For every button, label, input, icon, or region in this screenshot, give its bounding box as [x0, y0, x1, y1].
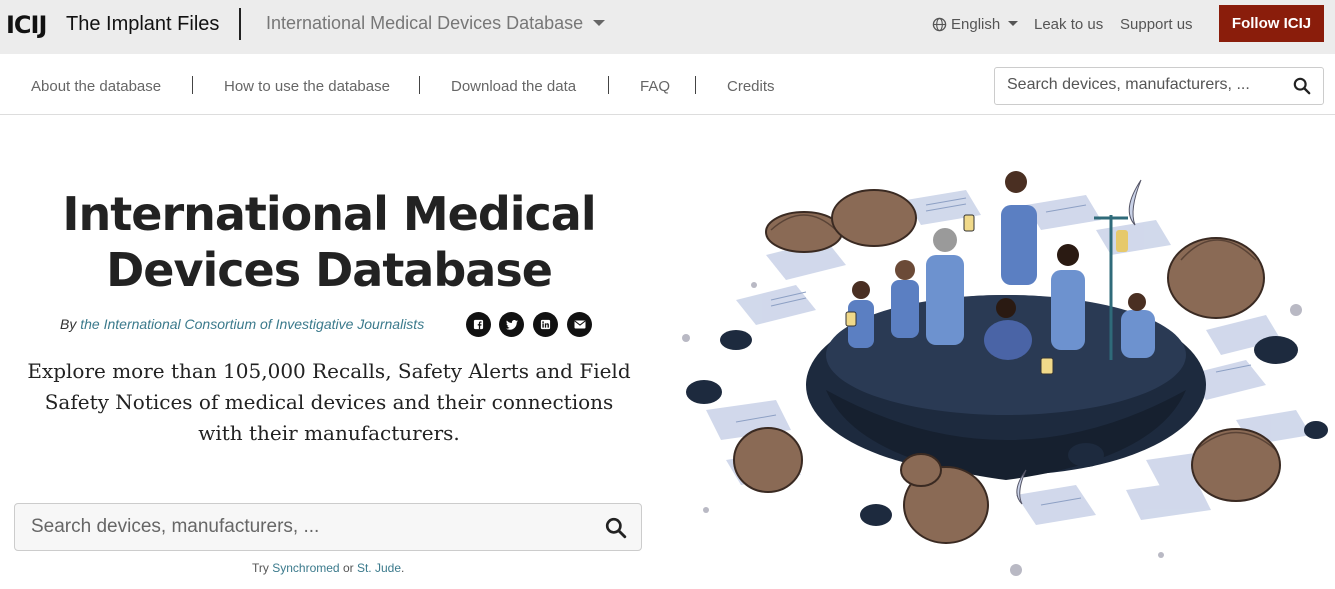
main-search-input[interactable] — [31, 516, 591, 538]
nav-faq[interactable]: FAQ — [640, 78, 670, 95]
page-title: International Medical Devices Database — [40, 186, 618, 298]
top-bar: ICIJ The Implant Files International Med… — [0, 0, 1335, 54]
twitter-icon[interactable] — [499, 312, 524, 337]
facebook-icon[interactable] — [466, 312, 491, 337]
nav-download[interactable]: Download the data — [451, 78, 576, 95]
language-label: English — [951, 16, 1001, 33]
try-or: or — [342, 561, 354, 575]
try-prefix: Try — [252, 561, 269, 575]
hero-illustration — [682, 171, 1328, 576]
nav-divider — [608, 76, 609, 94]
header-search-input[interactable] — [1007, 76, 1277, 94]
byline-prefix: By — [60, 316, 77, 332]
icij-logo[interactable]: ICIJ — [6, 11, 47, 39]
language-selector[interactable]: English — [932, 16, 1019, 33]
nav-divider — [419, 76, 420, 94]
leak-link[interactable]: Leak to us — [1034, 16, 1103, 33]
secondary-nav: About the database How to use the databa… — [0, 54, 1335, 115]
title-line-1: International Medical — [62, 187, 596, 241]
nav-divider — [695, 76, 696, 94]
title-line-2: Devices Database — [106, 243, 553, 297]
database-dropdown[interactable]: International Medical Devices Database — [266, 13, 606, 34]
globe-icon — [932, 17, 947, 32]
nav-divider — [192, 76, 193, 94]
linkedin-icon[interactable] — [533, 312, 558, 337]
try-suffix: . — [401, 561, 405, 575]
search-icon[interactable] — [605, 517, 627, 539]
chevron-down-icon — [593, 19, 606, 26]
nav-credits[interactable]: Credits — [727, 78, 775, 95]
byline: By the International Consortium of Inves… — [60, 316, 424, 332]
suggestion-st-jude[interactable]: St. Jude — [357, 561, 401, 575]
search-suggestions: Try Synchromed or St. Jude. — [252, 561, 404, 575]
header-divider — [239, 8, 241, 40]
support-link[interactable]: Support us — [1120, 16, 1193, 33]
nav-how-to-use[interactable]: How to use the database — [224, 78, 390, 95]
icij-link[interactable]: the International Consortium of Investig… — [80, 316, 424, 332]
nav-about[interactable]: About the database — [31, 78, 161, 95]
database-title: International Medical Devices Database — [266, 13, 584, 33]
search-icon[interactable] — [1293, 77, 1311, 95]
main-search-box — [14, 503, 642, 551]
suggestion-synchromed[interactable]: Synchromed — [272, 561, 339, 575]
header-search-box — [994, 67, 1324, 105]
brand-title[interactable]: The Implant Files — [66, 13, 219, 36]
email-icon[interactable] — [567, 312, 592, 337]
follow-button[interactable]: Follow ICIJ — [1219, 5, 1324, 42]
chevron-down-icon — [1008, 21, 1019, 26]
intro-text: Explore more than 105,000 Recalls, Safet… — [27, 359, 631, 445]
